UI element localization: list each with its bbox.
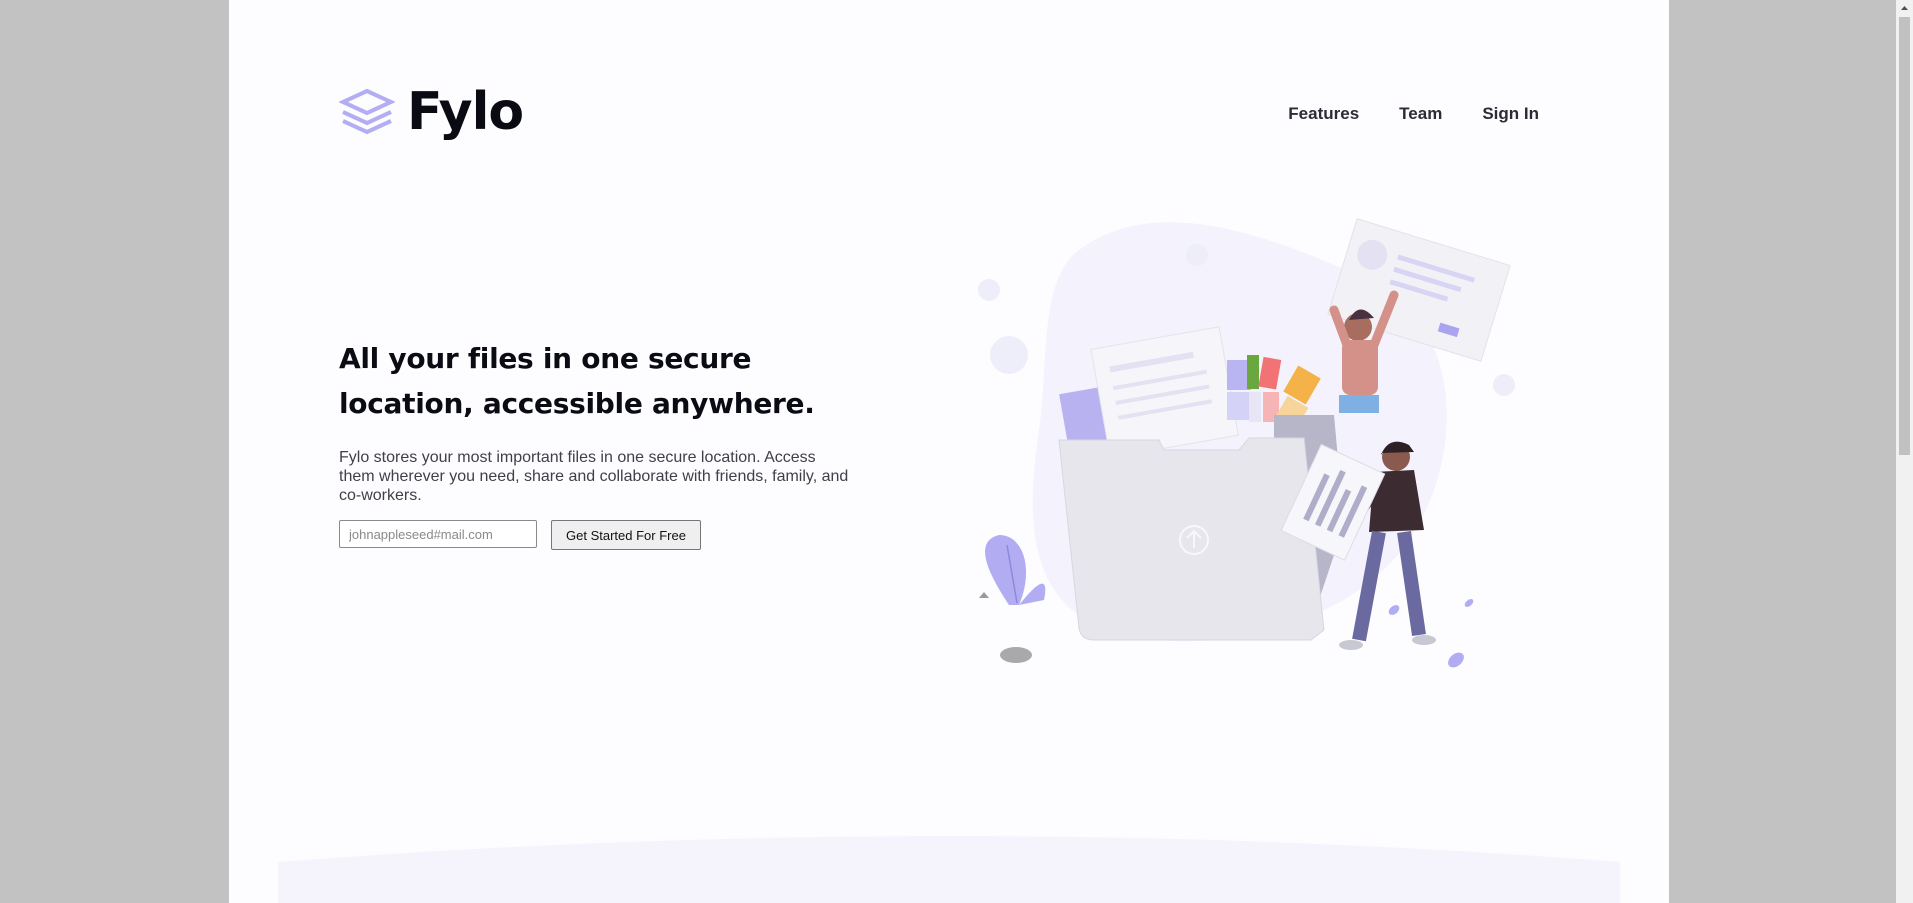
site-header: Fylo Features Team Sign In (339, 84, 1539, 140)
main-nav: Features Team Sign In (1248, 104, 1539, 124)
nav-link-sign-in[interactable]: Sign In (1482, 104, 1539, 124)
stacked-layers-icon (339, 88, 395, 135)
hero-illustration (978, 218, 1515, 668)
email-input[interactable] (339, 520, 537, 548)
signup-form: Get Started For Free (339, 520, 701, 550)
nav-link-features[interactable]: Features (1288, 104, 1359, 124)
get-started-button[interactable]: Get Started For Free (551, 520, 701, 550)
brand-name: Fylo (407, 82, 524, 142)
hero-description: Fylo stores your most important files in… (339, 449, 849, 504)
hero-title: All your files in one secure location, a… (339, 342, 815, 420)
nav-link-team[interactable]: Team (1399, 104, 1442, 124)
section-divider (278, 836, 1620, 903)
landing-page: Fylo Features Team Sign In All your file… (229, 0, 1669, 903)
page-scrollbar[interactable] (1896, 0, 1913, 903)
logo[interactable]: Fylo (339, 82, 524, 142)
